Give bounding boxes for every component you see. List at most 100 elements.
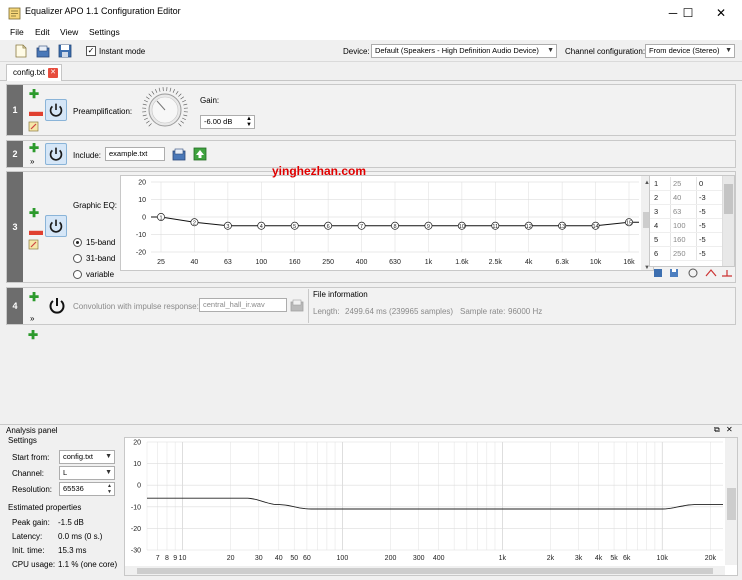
band-tick-label: 40 (191, 259, 199, 266)
radio-icon (73, 270, 82, 279)
start-from-value: config.txt (63, 452, 94, 461)
eq-table-row[interactable]: 1 25 0 (650, 177, 722, 191)
row-number: 4 (7, 288, 23, 324)
close-button[interactable]: ✕ (706, 2, 736, 24)
edit-icon[interactable] (28, 121, 39, 132)
channel-select[interactable]: L ▼ (59, 466, 115, 480)
x-tick-label: 2k (547, 555, 555, 562)
spin-arrows-icon[interactable]: ▲ ▼ (246, 116, 252, 128)
length-value: 2499.64 ms (239965 samples) (345, 307, 454, 316)
start-from-select[interactable]: config.txt ▼ (59, 450, 115, 464)
device-value: Default (Speakers - High Definition Audi… (375, 46, 539, 55)
impulse-file-input[interactable]: central_hall_ir.wav (199, 298, 287, 312)
save-file-icon[interactable] (58, 44, 72, 58)
remove-filter-icon[interactable]: ▬ (29, 223, 43, 237)
reset-icon[interactable] (721, 268, 733, 278)
band-frequency: 40 (670, 191, 698, 204)
expand-icon[interactable]: » (30, 314, 34, 323)
y-tick-label: -10 (131, 504, 141, 511)
gain-knob[interactable] (140, 85, 190, 135)
filter-row-include: 2 ✚ » Include: example.txt (6, 140, 736, 168)
spin-arrows-icon: ▲ ▼ (107, 483, 112, 495)
band-mode-15-label: 15-band (86, 238, 116, 247)
close-panel-icon[interactable]: ✕ (726, 425, 733, 434)
channel-config-label: Channel configuration: (565, 47, 646, 56)
add-filter-icon[interactable]: ✚ (29, 207, 39, 219)
power-toggle-button[interactable] (45, 215, 67, 237)
band-frequency: 25 (670, 177, 698, 190)
channel-config-value: From device (Stereo) (649, 46, 720, 55)
add-filter-icon[interactable]: ✚ (28, 329, 38, 341)
close-tab-icon[interactable]: ✕ (48, 68, 58, 78)
add-filter-icon[interactable]: ✚ (29, 291, 39, 303)
go-to-file-icon[interactable] (193, 147, 207, 161)
y-tick-label: 20 (138, 180, 146, 187)
add-filter-icon[interactable]: ✚ (29, 142, 39, 154)
eq-table-row[interactable]: 3 63 -5 (650, 205, 722, 219)
power-toggle-button[interactable] (45, 99, 67, 121)
band-tick-label: 2.5k (489, 259, 503, 266)
device-select[interactable]: Default (Speakers - High Definition Audi… (371, 44, 557, 58)
undock-icon[interactable]: ⧉ (714, 425, 720, 435)
expand-icon[interactable]: » (30, 157, 34, 166)
menu-view[interactable]: View (60, 27, 78, 37)
preset-icon[interactable] (687, 268, 699, 278)
x-tick-label: 3k (575, 555, 583, 562)
maximize-button[interactable]: ☐ (673, 2, 703, 24)
y-tick-label: 20 (133, 440, 141, 447)
length-label: Length: (313, 307, 340, 316)
new-file-icon[interactable] (14, 44, 28, 58)
graphic-eq-chart[interactable]: 20100-10-2025 40 63 100 160 250 400 630 1k 1.6k 2.… (120, 175, 654, 271)
x-tick-label: 300 (413, 555, 425, 562)
chevron-down-icon: ▼ (105, 453, 112, 460)
edit-icon[interactable] (28, 239, 39, 250)
remove-filter-icon[interactable]: ▬ (29, 104, 43, 118)
x-tick-label: 7 (156, 555, 160, 562)
gain-value: -6.00 dB (204, 117, 233, 126)
sample-rate-label: Sample rate: (460, 307, 506, 316)
tab-config-txt[interactable]: config.txt ✕ (6, 64, 62, 81)
open-file-icon[interactable] (172, 147, 186, 161)
gain-spinbox[interactable]: -6.00 dB ▲ ▼ (200, 115, 255, 129)
band-gain: -5 (696, 219, 720, 232)
eq-band-number: 9 (427, 224, 430, 230)
chevron-down-icon: ▼ (725, 47, 732, 54)
add-filter-icon[interactable]: ✚ (29, 88, 39, 100)
band-tick-label: 160 (289, 259, 301, 266)
save-icon[interactable] (669, 268, 679, 278)
eq-table-row[interactable]: 5 160 -5 (650, 233, 722, 247)
power-icon[interactable] (47, 296, 67, 316)
filter-row-graphic-eq: 3 ✚ ▬ Graphic EQ: 15-band 31-band variab… (6, 171, 736, 283)
eq-band-number: 1 (159, 215, 162, 221)
instant-mode-checkbox[interactable]: ✓ (86, 46, 96, 56)
menu-edit[interactable]: Edit (35, 27, 50, 37)
x-tick-label: 4k (595, 555, 603, 562)
open-file-icon[interactable] (290, 298, 304, 312)
open-file-icon[interactable] (36, 44, 50, 58)
include-file-input[interactable]: example.txt (105, 147, 165, 161)
init-time-value: 15.3 ms (58, 546, 87, 555)
x-tick-label: 10 (179, 555, 187, 562)
eq-table-row[interactable]: 4 100 -5 (650, 219, 722, 233)
resolution-spinbox[interactable]: 65536 ▲ ▼ (59, 482, 115, 496)
table-scrollbar[interactable] (722, 176, 734, 266)
invert-icon[interactable] (705, 268, 717, 278)
load-icon[interactable] (653, 268, 663, 278)
channel-config-select[interactable]: From device (Stereo) ▼ (645, 44, 735, 58)
band-frequency: 63 (670, 205, 698, 218)
band-index: 6 (654, 249, 659, 258)
eq-table-row[interactable]: 6 250 -5 (650, 247, 722, 261)
window-title: Equalizer APO 1.1 Configuration Editor (25, 6, 181, 16)
band-gain: -5 (696, 233, 720, 246)
band-frequency: 250 (670, 247, 698, 260)
eq-table-row[interactable]: 2 40 -3 (650, 191, 722, 205)
init-time-label: Init. time: (12, 546, 45, 555)
graphic-eq-label: Graphic EQ: (73, 201, 118, 210)
x-tick-label: 10k (657, 555, 669, 562)
band-tick-label: 400 (356, 259, 368, 266)
frequency-response-chart[interactable]: 20100-10-20-307 8 9 10 20 30 40 50 60 100 200 300 40… (124, 437, 738, 576)
power-toggle-button[interactable] (45, 143, 67, 165)
menu-file[interactable]: File (10, 27, 24, 37)
menu-settings[interactable]: Settings (89, 27, 120, 37)
start-from-label: Start from: (12, 453, 50, 462)
